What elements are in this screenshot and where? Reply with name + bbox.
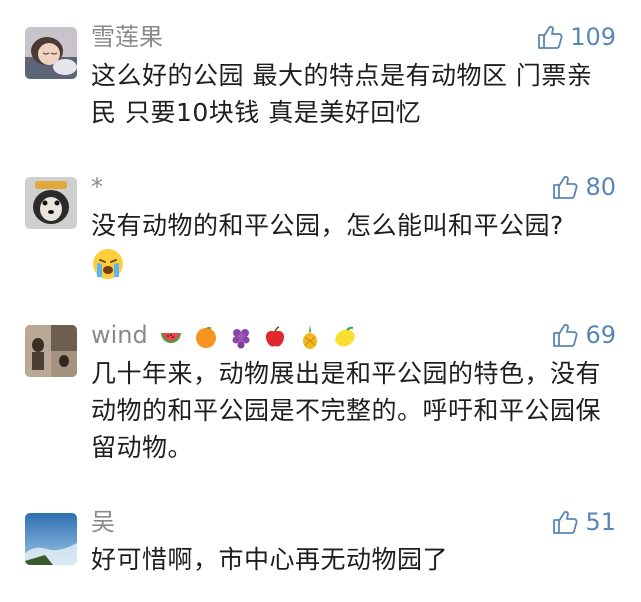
- comment-text: 这么好的公园 最大的特点是有动物区 门票亲民 只要10块钱 真是美好回忆: [91, 61, 593, 127]
- photo-collage-avatar-icon: [25, 325, 77, 377]
- tangerine-emoji-icon: [196, 327, 217, 348]
- sleeping-girl-avatar-icon: [25, 27, 77, 79]
- crying-face-emoji-icon: [93, 249, 123, 279]
- avatar[interactable]: [25, 325, 77, 377]
- username[interactable]: *: [91, 172, 103, 202]
- like-count: 69: [585, 321, 616, 349]
- username-text: wind: [91, 321, 148, 349]
- thumbs-up-icon: [553, 176, 578, 199]
- avatar[interactable]: [25, 177, 77, 229]
- pineapple-emoji-icon: [302, 325, 317, 349]
- lemon-emoji-icon: [334, 326, 355, 347]
- like-count: 80: [585, 173, 616, 201]
- thumbs-up-icon: [538, 26, 563, 49]
- grapes-emoji-icon: [232, 329, 250, 349]
- comment-text-body: 没有动物的和平公园，怎么能叫和平公园?: [91, 211, 564, 240]
- avatar[interactable]: [25, 513, 77, 565]
- like-button[interactable]: 51: [552, 507, 616, 537]
- thumbs-up-icon: [553, 511, 578, 534]
- comment-text: 没有动物的和平公园，怎么能叫和平公园?: [91, 207, 616, 281]
- red-apple-emoji-icon: [266, 326, 285, 347]
- sky-avatar-icon: [25, 513, 77, 565]
- like-count: 109: [570, 23, 616, 51]
- username[interactable]: 吴: [91, 507, 115, 537]
- username[interactable]: 雪莲果: [91, 22, 163, 52]
- like-button[interactable]: 109: [537, 22, 616, 52]
- like-button[interactable]: 69: [552, 320, 616, 350]
- avatar[interactable]: [25, 27, 77, 79]
- comment-item: * 80 没有动物的和平公园，怎么能叫和平公园?: [0, 150, 641, 298]
- like-count: 51: [585, 508, 616, 536]
- comment-text: 好可惜啊，市中心再无动物园了: [91, 545, 449, 574]
- username[interactable]: wind: [91, 320, 360, 351]
- thumbs-up-icon: [553, 324, 578, 347]
- comment-item: 吴 51 好可惜啊，市中心再无动物园了: [0, 496, 641, 602]
- username-emoji-row: [159, 321, 359, 351]
- watermelon-emoji-icon: [161, 333, 182, 343]
- comment-list: 雪莲果 109 这么好的公园 最大的特点是有动物区 门票亲民 只要10块钱 真是…: [0, 0, 641, 602]
- comment-text: 几十年来，动物展出是和平公园的特色，没有动物的和平公园是不完整的。呼吁和平公园保…: [91, 359, 602, 462]
- like-button[interactable]: 80: [552, 172, 616, 202]
- comment-item: 雪莲果 109 这么好的公园 最大的特点是有动物区 门票亲民 只要10块钱 真是…: [0, 0, 641, 150]
- comment-item: wind 69 几十年来，动物展出是和平公园的特色，没有动物的和平公园是不完整的…: [0, 298, 641, 496]
- dog-avatar-icon: [25, 177, 77, 229]
